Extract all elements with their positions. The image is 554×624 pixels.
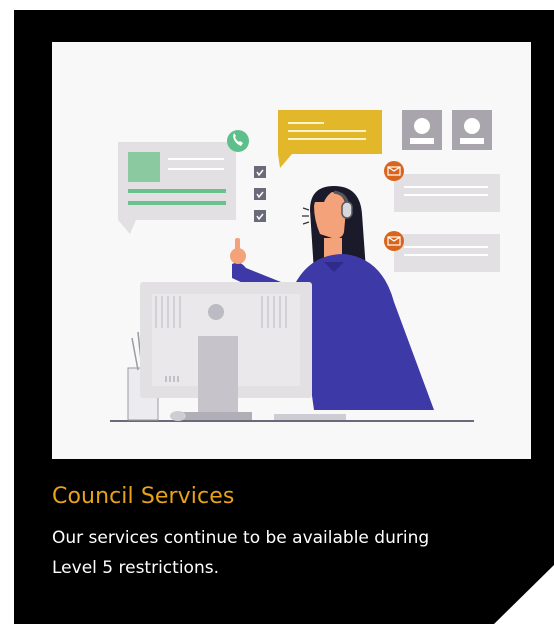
council-services-card[interactable]: Council Services Our services continue t… [14, 10, 554, 624]
contact-card-bubble [118, 142, 236, 234]
mouse [170, 411, 186, 421]
message-card [394, 174, 500, 272]
profile-tiles [402, 110, 492, 150]
phone-icon [227, 130, 249, 152]
checkbox-icon [254, 166, 266, 222]
computer-monitor [140, 282, 312, 420]
card-description: Our services continue to be available du… [52, 528, 430, 578]
keyboard [274, 414, 346, 420]
chat-bubble [278, 110, 382, 168]
customer-service-illustration [52, 42, 531, 459]
desk-line [110, 420, 474, 422]
card-title[interactable]: Council Services [52, 484, 234, 509]
